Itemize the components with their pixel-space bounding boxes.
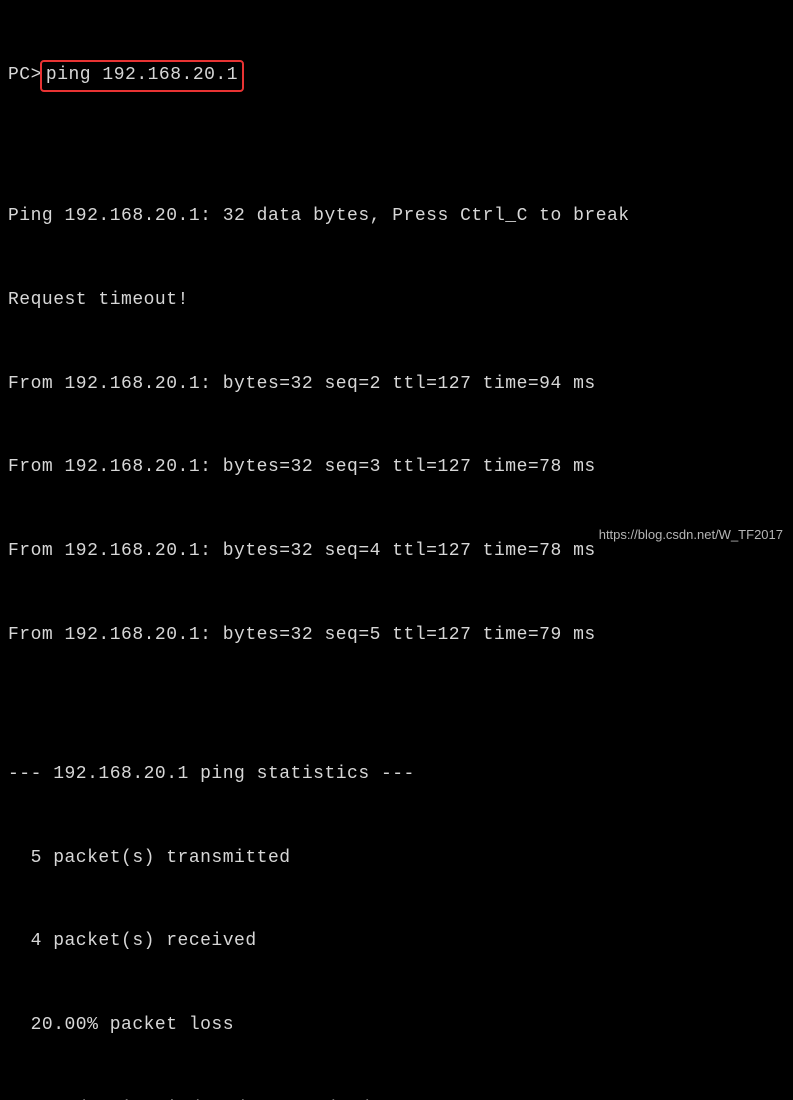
ping-reply: From 192.168.20.1: bytes=32 seq=3 ttl=12… bbox=[8, 454, 785, 482]
ping-reply: From 192.168.20.1: bytes=32 seq=4 ttl=12… bbox=[8, 538, 785, 566]
prompt-line-1: PC>ping 192.168.20.1 bbox=[8, 60, 785, 92]
stats-header: --- 192.168.20.1 ping statistics --- bbox=[8, 761, 785, 789]
watermark-text: https://blog.csdn.net/W_TF2017 bbox=[599, 527, 783, 542]
terminal-output[interactable]: PC>ping 192.168.20.1 Ping 192.168.20.1: … bbox=[0, 0, 793, 1100]
stats-rtt: round-trip min/avg/max = 0/82/94 ms bbox=[8, 1096, 785, 1100]
prompt-prefix: PC> bbox=[8, 65, 42, 85]
stats-received: 4 packet(s) received bbox=[8, 928, 785, 956]
stats-loss: 20.00% packet loss bbox=[8, 1012, 785, 1040]
ping-reply: From 192.168.20.1: bytes=32 seq=2 ttl=12… bbox=[8, 371, 785, 399]
ping-reply: From 192.168.20.1: bytes=32 seq=5 ttl=12… bbox=[8, 622, 785, 650]
ping-header: Ping 192.168.20.1: 32 data bytes, Press … bbox=[8, 203, 785, 231]
stats-transmitted: 5 packet(s) transmitted bbox=[8, 845, 785, 873]
ping-command-highlight: ping 192.168.20.1 bbox=[40, 60, 244, 92]
request-timeout: Request timeout! bbox=[8, 287, 785, 315]
